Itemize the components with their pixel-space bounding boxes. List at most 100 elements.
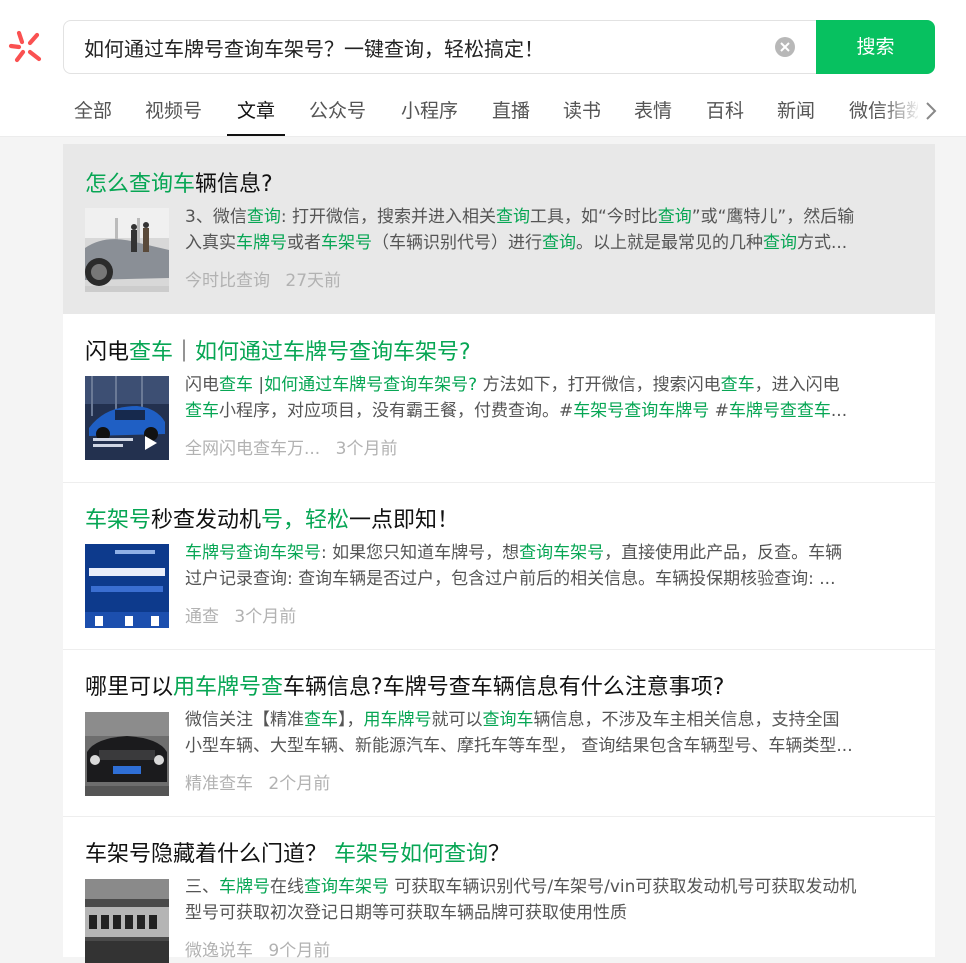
search-button[interactable]: 搜索 — [816, 20, 935, 74]
result-card[interactable]: 车架号隐藏着什么门道？ 车架号如何查询？ 三、车牌号在线查询车架号 可获取车辆识… — [63, 817, 935, 963]
tab-news[interactable]: 新闻 — [777, 96, 815, 136]
text-segment: 闪电 — [85, 340, 130, 365]
result-source[interactable]: 通查 — [185, 607, 219, 627]
highlighted-keyword: 查询 — [763, 233, 797, 253]
result-meta: 今时比查询 27天前 — [185, 266, 351, 291]
search-box[interactable] — [63, 20, 817, 74]
snippet-line: 过户记录查询: 查询车辆是否过户，包含过户前后的相关信息。车辆投保期核验查询: … — [185, 566, 915, 592]
highlighted-keyword: 号，轻松 — [261, 508, 350, 533]
result-title[interactable]: 闪电查车｜如何通过车牌号查询车架号? — [85, 334, 471, 366]
search-input[interactable] — [84, 21, 764, 73]
result-meta: 全网闪电查车万... 3个月前 — [185, 434, 407, 459]
highlighted-keyword: 车架号如何查询 — [334, 842, 489, 867]
text-segment: 在线 — [270, 877, 304, 897]
result-title[interactable]: 怎么查询车辆信息? — [85, 166, 273, 198]
result-snippet: 闪电查车 |如何通过车牌号查询车架号? 方法如下，打开微信，搜索闪电查车，进入闪… — [185, 372, 915, 424]
tab-articles[interactable]: 文章 — [226, 96, 286, 136]
text-segment: 方式... — [797, 233, 848, 253]
vin-plate-thumbnail — [85, 879, 169, 963]
chevron-right-icon[interactable] — [918, 96, 966, 126]
highlighted-keyword: 车牌号查询车架号 — [185, 543, 321, 563]
text-segment: 秒查发动机 — [151, 508, 262, 533]
highlighted-keyword: 查车 — [304, 710, 338, 730]
highlighted-keyword: 车牌号 — [236, 233, 287, 253]
text-segment: 哪里可以 — [85, 675, 174, 700]
tab-stickers[interactable]: 表情 — [634, 96, 672, 136]
highlighted-keyword: 用车牌号查 — [173, 675, 284, 700]
snippet-line: 车牌号查询车架号: 如果您只知道车牌号，想查询车架号，直接使用此产品，反查。车辆 — [185, 540, 915, 566]
blue-poster-thumbnail — [85, 544, 169, 628]
highlighted-keyword: 车架号查询车牌号 — [573, 401, 710, 421]
highlighted-keyword: 查询 — [542, 233, 576, 253]
tab-all[interactable]: 全部 — [74, 96, 112, 136]
tab-official-accounts[interactable]: 公众号 — [309, 96, 366, 136]
highlighted-keyword: 车架号 — [321, 233, 372, 253]
text-segment: ”或“鹰特儿”，然后输 — [691, 207, 855, 227]
result-snippet: 3、微信查询: 打开微信，搜索并进入相关查询工具，如“今时比查询”或“鹰特儿”，… — [185, 204, 915, 256]
text-segment: 或者 — [287, 233, 321, 253]
highlighted-keyword: 用车牌号 — [363, 710, 432, 730]
result-meta: 精准查车 2个月前 — [185, 769, 340, 794]
highlighted-keyword: 车牌号查查车 — [728, 401, 831, 421]
text-segment: 一点即知！ — [349, 508, 460, 533]
text-segment: 入真实 — [185, 233, 236, 253]
text-segment: | — [253, 375, 265, 395]
result-time: 3个月前 — [234, 607, 297, 627]
highlighted-keyword: 查询车架号 — [519, 543, 605, 563]
result-source[interactable]: 全网闪电查车万... — [185, 439, 320, 459]
text-segment: ｜ — [173, 340, 196, 365]
tab-reading[interactable]: 读书 — [563, 96, 601, 136]
tab-mini-programs[interactable]: 小程序 — [401, 96, 458, 136]
text-segment: 小程序，对应项目，没有霸王餐，付费查询。# — [219, 401, 574, 421]
highlighted-keyword: 查询车架号 — [304, 877, 389, 897]
text-segment: : 如果您只知道车牌号，想 — [321, 543, 520, 563]
text-segment: 3、微信 — [185, 207, 247, 227]
highlighted-keyword: 查询车 — [482, 710, 534, 730]
snippet-line: 微信关注【精准查车】，用车牌号就可以查询车辆信息，不涉及车主相关信息，支持全国 — [185, 707, 915, 733]
result-card[interactable]: 闪电查车｜如何通过车牌号查询车架号? 闪电查车 |如何通过车牌号查询车架号? 方… — [63, 314, 935, 483]
highlighted-keyword: 怎么查询车 — [85, 172, 196, 197]
text-segment: 车架号隐藏着什么门道？ — [85, 842, 334, 867]
snippet-line: 小型车辆、大型车辆、新能源汽车、摩托车等车型， 查询结果包含车辆型号、车辆类型.… — [185, 733, 915, 759]
text-segment: : 打开微信，搜索并进入相关 — [280, 207, 496, 227]
snippet-line: 3、微信查询: 打开微信，搜索并进入相关查询工具，如“今时比查询”或“鹰特儿”，… — [185, 204, 915, 230]
text-segment: ，直接使用此产品，反查。车辆 — [604, 543, 843, 563]
result-title[interactable]: 车架号隐藏着什么门道？ 车架号如何查询？ — [85, 836, 510, 868]
text-segment: 车辆信息?车牌号查车辆信息有什么注意事项? — [283, 675, 725, 700]
result-snippet: 三、车牌号在线查询车架号 可获取车辆识别代号/车架号/vin可获取发动机号可获取… — [185, 874, 915, 926]
wechat-search-logo-icon[interactable] — [8, 29, 44, 65]
result-snippet: 车牌号查询车架号: 如果您只知道车牌号，想查询车架号，直接使用此产品，反查。车辆… — [185, 540, 915, 592]
result-meta: 微逸说车 9个月前 — [185, 936, 340, 961]
text-segment: 就可以 — [431, 710, 483, 730]
tab-channels[interactable]: 视频号 — [145, 96, 202, 136]
tab-encyclopedia[interactable]: 百科 — [706, 96, 744, 136]
highlighted-keyword: 查车 — [185, 401, 219, 421]
text-segment: 三、 — [185, 877, 219, 897]
text-segment: 小型车辆、大型车辆、新能源汽车、摩托车等车型， 查询结果包含车辆型号、车辆类型.… — [185, 736, 853, 756]
text-segment: 】， — [338, 710, 364, 730]
result-title[interactable]: 哪里可以用车牌号查车辆信息?车牌号查车辆信息有什么注意事项? — [85, 669, 724, 701]
text-segment: 工具，如“今时比 — [529, 207, 658, 227]
result-card[interactable]: 车架号秒查发动机号，轻松一点即知！ 车牌号查询车架号: 如果您只知道车牌号，想查… — [63, 483, 935, 650]
snippet-line: 查车小程序，对应项目，没有霸王餐，付费查询。#车架号查询车牌号 #车牌号查查车.… — [185, 398, 915, 424]
highlighted-keyword: 查车 — [129, 340, 174, 365]
snippet-line: 型号可获取初次登记日期等可获取车辆品牌可获取使用性质 — [185, 900, 915, 926]
text-segment: ，进入闪电 — [754, 375, 840, 395]
result-title[interactable]: 车架号秒查发动机号，轻松一点即知！ — [85, 502, 459, 534]
result-time: 27天前 — [285, 271, 342, 291]
tab-live[interactable]: 直播 — [492, 96, 530, 136]
clear-search-icon[interactable] — [775, 37, 795, 57]
text-segment: 。以上就是最常见的几种 — [576, 233, 763, 253]
result-source[interactable]: 精准查车 — [185, 774, 253, 794]
result-card[interactable]: 哪里可以用车牌号查车辆信息?车牌号查车辆信息有什么注意事项? 微信关注【精准查车… — [63, 650, 935, 817]
text-segment: ... — [830, 401, 848, 421]
car-showroom-thumbnail — [85, 208, 169, 292]
text-segment: 型号可获取初次登记日期等可获取车辆品牌可获取使用性质 — [185, 903, 627, 923]
result-card[interactable]: 怎么查询车辆信息? 3、微信查询: 打开微信，搜索并进入相关查询工具，如“今时比… — [63, 144, 935, 314]
text-segment: 闪电 — [185, 375, 219, 395]
snippet-line: 闪电查车 |如何通过车牌号查询车架号? 方法如下，打开微信，搜索闪电查车，进入闪… — [185, 372, 915, 398]
snippet-line: 三、车牌号在线查询车架号 可获取车辆识别代号/车架号/vin可获取发动机号可获取… — [185, 874, 915, 900]
result-source[interactable]: 微逸说车 — [185, 941, 253, 961]
result-time: 2个月前 — [268, 774, 331, 794]
result-source[interactable]: 今时比查询 — [185, 271, 270, 291]
